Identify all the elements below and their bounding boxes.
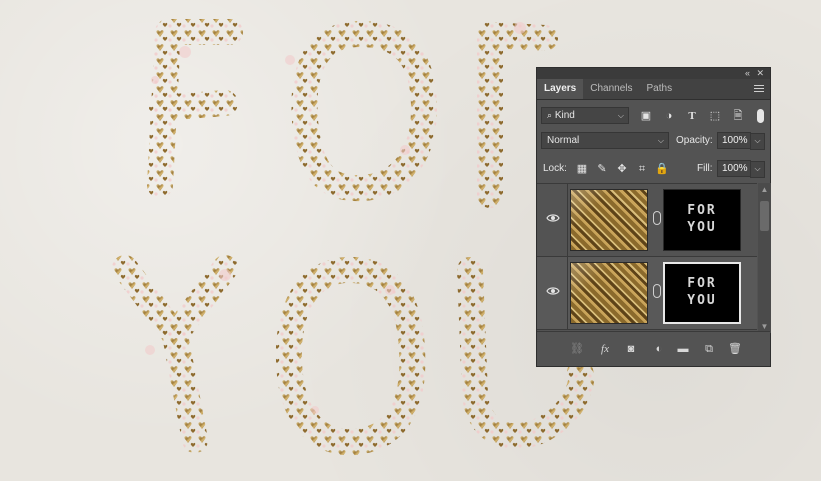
- chain-link-icon[interactable]: [653, 284, 661, 298]
- chevron-down-icon: ⌵: [617, 111, 624, 120]
- collapse-panel-icon[interactable]: «: [745, 68, 750, 79]
- fill-dropdown-icon[interactable]: ⌵: [750, 161, 765, 178]
- mask-text-line2: YOU: [687, 293, 717, 308]
- link-layers-icon[interactable]: ⛓: [569, 341, 585, 357]
- fill-label: Fill:: [697, 163, 713, 174]
- layers-list[interactable]: FOR YOU FOR YOU: [537, 183, 757, 334]
- chevron-down-icon: ⌵: [657, 136, 664, 145]
- panel-menu-icon[interactable]: [754, 83, 764, 94]
- lock-transparent-icon[interactable]: ▦: [575, 162, 589, 176]
- chain-link-icon[interactable]: [653, 211, 661, 225]
- filter-kind-select[interactable]: ⌕ Kind ⌵: [541, 107, 629, 124]
- blend-row: Normal ⌵ Opacity: 100% ⌵: [537, 130, 770, 152]
- tab-paths[interactable]: Paths: [640, 79, 680, 99]
- panel-title-bar[interactable]: « ✕: [537, 68, 770, 79]
- lock-all-icon[interactable]: 🔒: [655, 162, 669, 176]
- smart-object-filter-icon[interactable]: 🗎: [731, 109, 745, 123]
- lock-brush-icon[interactable]: ✎: [595, 162, 609, 176]
- mask-text-line1: FOR: [687, 276, 717, 291]
- divider: [567, 184, 568, 256]
- new-layer-icon[interactable]: ⧉: [701, 341, 717, 357]
- trash-icon[interactable]: 🗑: [727, 341, 743, 357]
- layer-thumbnail[interactable]: [570, 262, 648, 324]
- close-panel-icon[interactable]: ✕: [756, 68, 764, 79]
- layer-thumbnail[interactable]: [570, 189, 648, 251]
- eye-icon[interactable]: [546, 286, 560, 296]
- layers-scrollbar[interactable]: ▲ ▼: [758, 183, 771, 333]
- filter-toggle-switch[interactable]: [757, 109, 764, 123]
- lock-artboard-icon[interactable]: ⌗: [635, 162, 649, 176]
- scrollbar-thumb[interactable]: [760, 201, 769, 231]
- adjustment-icon[interactable]: ◐: [651, 341, 667, 357]
- mask-text-line2: YOU: [687, 220, 717, 235]
- layer-row[interactable]: FOR YOU: [537, 184, 757, 257]
- lock-row: Lock: ▦ ✎ ✥ ⌗ 🔒 Fill: 100% ⌵: [537, 158, 770, 180]
- layer-row[interactable]: FOR YOU: [537, 257, 757, 330]
- filter-kind-label: Kind: [554, 110, 575, 121]
- search-icon: ⌕: [547, 110, 553, 120]
- shape-filter-icon[interactable]: ⬚: [708, 109, 722, 123]
- opacity-label: Opacity:: [676, 135, 713, 146]
- scroll-up-icon[interactable]: ▲: [758, 185, 771, 194]
- scroll-down-icon[interactable]: ▼: [758, 322, 771, 331]
- layer-mask-thumbnail[interactable]: FOR YOU: [663, 262, 741, 324]
- eye-icon[interactable]: [546, 213, 560, 223]
- filter-row: ⌕ Kind ⌵ ▣ ◑ T ⬚ 🗎: [537, 105, 770, 127]
- opacity-dropdown-icon[interactable]: ⌵: [750, 133, 765, 150]
- lock-label: Lock:: [543, 163, 567, 174]
- tab-layers[interactable]: Layers: [537, 79, 584, 99]
- mask-text-line1: FOR: [687, 203, 717, 218]
- blend-mode-value: Normal: [547, 135, 580, 146]
- type-filter-icon[interactable]: T: [685, 109, 699, 123]
- divider: [567, 257, 568, 329]
- add-mask-icon[interactable]: ◙: [623, 341, 639, 357]
- fill-field[interactable]: 100% ⌵: [717, 160, 765, 178]
- opacity-field[interactable]: 100% ⌵: [717, 132, 765, 150]
- fill-value: 100%: [722, 163, 748, 174]
- group-folder-icon[interactable]: ▬: [675, 341, 691, 357]
- tab-channels[interactable]: Channels: [583, 79, 639, 99]
- opacity-value: 100%: [722, 135, 748, 146]
- adjustment-filter-icon[interactable]: ◑: [662, 109, 676, 123]
- pixel-layer-filter-icon[interactable]: ▣: [639, 109, 653, 123]
- panel-tabs: Layers Channels Paths: [537, 79, 770, 100]
- fx-icon[interactable]: fx: [597, 341, 613, 357]
- lock-position-icon[interactable]: ✥: [615, 162, 629, 176]
- panel-footer: ⛓ fx ◙ ◐ ▬ ⧉ 🗑: [537, 331, 770, 366]
- blend-mode-select[interactable]: Normal ⌵: [541, 132, 669, 149]
- layer-mask-thumbnail[interactable]: FOR YOU: [663, 189, 741, 251]
- layers-panel: « ✕ Layers Channels Paths ⌕ Kind ⌵ ▣ ◑ T…: [536, 67, 771, 367]
